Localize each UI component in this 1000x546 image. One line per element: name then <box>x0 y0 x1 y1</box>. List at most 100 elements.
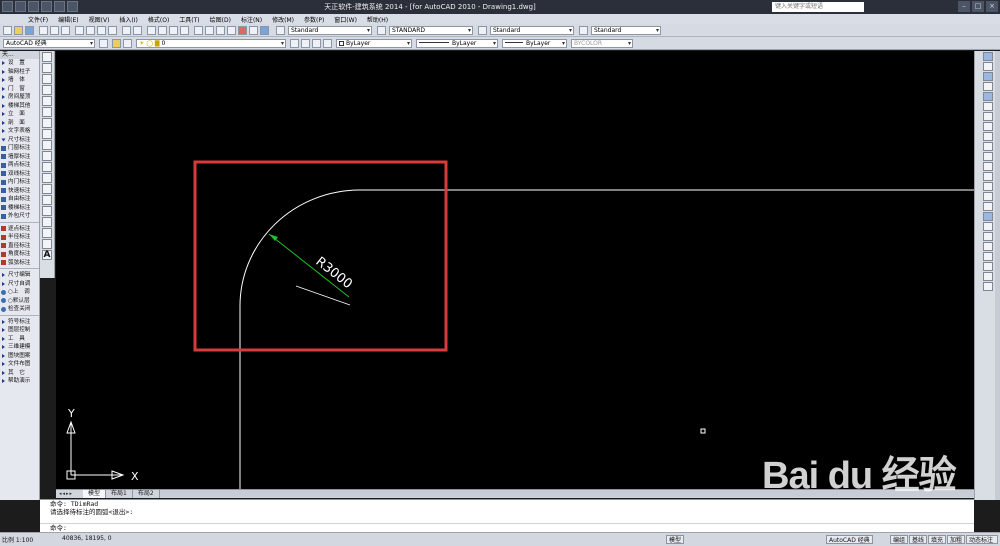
tab-navigation[interactable]: ◂◂▸▸ <box>59 491 83 497</box>
tool-palettes-icon[interactable] <box>216 26 225 35</box>
palette-item[interactable]: 剖 面 <box>0 119 39 128</box>
layer-unisolate-icon[interactable] <box>323 39 332 48</box>
lineweight-select[interactable]: ByLayer <box>502 39 567 48</box>
mirror-icon[interactable] <box>983 72 993 81</box>
spline-icon[interactable] <box>42 140 52 150</box>
stretch-icon[interactable] <box>983 132 993 141</box>
menu-help[interactable]: 帮助(H) <box>367 15 388 24</box>
status-fill-button[interactable]: 填充 <box>928 535 947 544</box>
copy-object-icon[interactable] <box>983 62 993 71</box>
palette-item[interactable]: 弧弦标注 <box>0 259 39 268</box>
draw-order-icon[interactable] <box>983 212 993 221</box>
layer-select[interactable]: ☀ ◯ ▇ 0 <box>136 39 286 48</box>
line-icon[interactable] <box>42 52 52 62</box>
layer-previous-icon[interactable] <box>301 39 310 48</box>
palette-item[interactable]: 文字表格 <box>0 127 39 136</box>
menu-draw[interactable]: 绘图(D) <box>210 15 231 24</box>
multileader-style-select[interactable]: Standard <box>591 26 661 35</box>
menu-parametric[interactable]: 参数(P) <box>304 15 324 24</box>
join-icon[interactable] <box>983 172 993 181</box>
circle-icon[interactable] <box>42 118 52 128</box>
palette-item[interactable]: 尺寸自调 <box>0 280 39 289</box>
palette-item[interactable]: 三维建模 <box>0 343 39 352</box>
intersection-snap-icon[interactable] <box>983 252 993 261</box>
palette-item[interactable]: 工 具 <box>0 335 39 344</box>
hatch-icon[interactable] <box>42 206 52 216</box>
palette-item[interactable]: 外包尺寸 <box>0 212 39 221</box>
palette-group-dimension[interactable]: 尺寸标注 <box>0 136 39 145</box>
erase-icon[interactable] <box>983 52 993 61</box>
status-bold-button[interactable]: 加粗 <box>947 535 966 544</box>
help-icon[interactable] <box>260 26 269 35</box>
palette-item[interactable]: 检查关闭 <box>0 305 39 314</box>
table-style-select[interactable]: Standard <box>490 26 574 35</box>
menu-file[interactable]: 文件(F) <box>28 15 48 24</box>
palette-item[interactable]: 楼梯其他 <box>0 102 39 111</box>
palette-item[interactable]: 逐点标注 <box>0 225 39 234</box>
app-menu-icon[interactable] <box>2 1 13 12</box>
status-group-button[interactable]: 编组 <box>890 535 909 544</box>
match-properties-icon[interactable] <box>108 26 117 35</box>
palette-item[interactable]: 立 面 <box>0 110 39 119</box>
sheet-set-icon[interactable] <box>227 26 236 35</box>
publish-icon[interactable] <box>61 26 70 35</box>
menu-view[interactable]: 视图(V) <box>89 15 110 24</box>
drawing-scale[interactable]: 比例 1:100 <box>2 535 33 544</box>
drawing-area[interactable]: R3000 Y X <box>56 51 974 489</box>
region-icon[interactable] <box>42 228 52 238</box>
zoom-previous-icon[interactable] <box>180 26 189 35</box>
paste-icon[interactable] <box>97 26 106 35</box>
menu-format[interactable]: 格式(O) <box>148 15 169 24</box>
break-icon[interactable] <box>983 162 993 171</box>
palette-item[interactable]: 双线标注 <box>0 170 39 179</box>
arc-icon[interactable] <box>42 107 52 117</box>
menu-window[interactable]: 窗口(W) <box>334 15 357 24</box>
palette-item[interactable]: 房间屋顶 <box>0 93 39 102</box>
menu-modify[interactable]: 修改(M) <box>272 15 294 24</box>
layer-state-icon[interactable] <box>123 39 132 48</box>
menu-insert[interactable]: 插入(I) <box>119 15 137 24</box>
rotate-icon[interactable] <box>983 112 993 121</box>
close-icon[interactable]: × <box>986 1 998 12</box>
layer-isolate-icon[interactable] <box>312 39 321 48</box>
workspace-settings-icon[interactable] <box>99 39 108 48</box>
design-center-icon[interactable] <box>205 26 214 35</box>
palette-item[interactable]: 门窗标注 <box>0 144 39 153</box>
tab-layout2[interactable]: 布局2 <box>133 490 160 498</box>
palette-item[interactable]: 帮助演示 <box>0 377 39 386</box>
table-icon[interactable] <box>42 239 52 249</box>
status-dynamic-dim-button[interactable]: 动态标注 <box>966 535 998 544</box>
palette-item[interactable]: 角度标注 <box>0 250 39 259</box>
layer-properties-icon[interactable] <box>112 39 121 48</box>
color-select[interactable]: ByLayer <box>336 39 412 48</box>
insert-block-icon[interactable] <box>42 173 52 183</box>
maximize-icon[interactable]: □ <box>972 1 984 12</box>
ellipse-arc-icon[interactable] <box>42 162 52 172</box>
palette-item[interactable]: 快速标注 <box>0 187 39 196</box>
fillet-icon[interactable] <box>983 192 993 201</box>
palette-item[interactable]: 两点标注 <box>0 161 39 170</box>
palette-item[interactable]: ○默认层 <box>0 297 39 306</box>
gradient-icon[interactable] <box>42 217 52 227</box>
palette-item[interactable]: 文件布图 <box>0 360 39 369</box>
palette-item[interactable]: 楼梯标注 <box>0 204 39 213</box>
minimize-icon[interactable]: – <box>958 1 970 12</box>
save-icon[interactable] <box>41 1 52 12</box>
palette-item[interactable]: 直径标注 <box>0 242 39 251</box>
vertical-scrollbar[interactable] <box>995 51 1000 500</box>
make-block-icon[interactable] <box>42 184 52 194</box>
revision-cloud-icon[interactable] <box>42 129 52 139</box>
text-style-select[interactable]: Standard <box>288 26 372 35</box>
palette-item[interactable]: 墙 体 <box>0 76 39 85</box>
linetype-select[interactable]: ByLayer <box>416 39 498 48</box>
palette-item[interactable]: 内门标注 <box>0 178 39 187</box>
pan-icon[interactable] <box>147 26 156 35</box>
palette-item[interactable]: ○上 调 <box>0 288 39 297</box>
palette-item[interactable]: 其 它 <box>0 369 39 378</box>
markup-icon[interactable] <box>238 26 247 35</box>
plotstyle-select[interactable]: BYCOLOR <box>571 39 633 48</box>
palette-item-radius-dim[interactable]: 半径标注 <box>0 233 39 242</box>
status-baseline-button[interactable]: 基线 <box>909 535 928 544</box>
center-snap-icon[interactable] <box>983 262 993 271</box>
construction-line-icon[interactable] <box>42 63 52 73</box>
